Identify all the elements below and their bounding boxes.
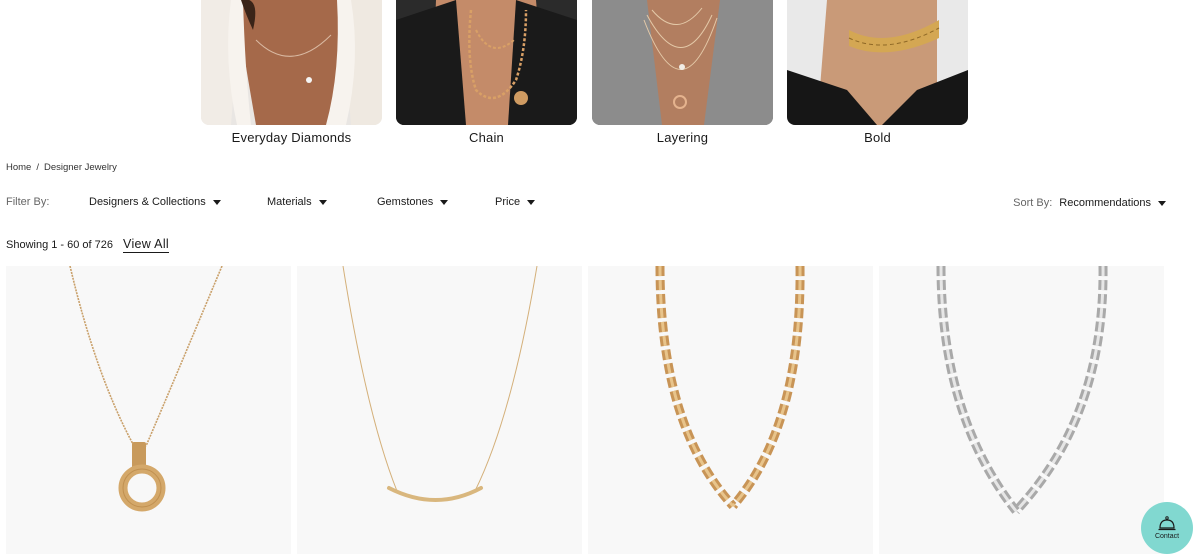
breadcrumb-current: Designer Jewelry bbox=[43, 162, 117, 173]
category-chain[interactable]: Chain bbox=[396, 0, 577, 145]
category-label: Bold bbox=[864, 130, 891, 145]
concierge-bell-icon bbox=[1158, 516, 1176, 531]
category-layering[interactable]: Layering bbox=[592, 0, 773, 145]
product-grid bbox=[6, 266, 1166, 554]
breadcrumb: Home / Designer Jewelry bbox=[6, 162, 117, 173]
category-image bbox=[201, 0, 382, 125]
category-image bbox=[787, 0, 968, 125]
contact-label: Contact bbox=[1154, 533, 1180, 540]
filter-gemstones[interactable]: Gemstones bbox=[377, 196, 449, 208]
caret-down-icon bbox=[318, 199, 327, 205]
sort-dropdown[interactable]: Recommendations bbox=[1059, 197, 1166, 209]
filter-by-label: Filter By: bbox=[6, 196, 50, 208]
caret-down-icon bbox=[212, 199, 221, 205]
filter-price[interactable]: Price bbox=[495, 196, 536, 208]
category-bold[interactable]: Bold bbox=[787, 0, 968, 145]
results-summary: Showing 1 - 60 of 726 View All bbox=[6, 237, 169, 253]
caret-down-icon bbox=[1158, 200, 1166, 206]
product-image bbox=[588, 266, 873, 554]
product-card[interactable] bbox=[6, 266, 291, 554]
breadcrumb-separator: / bbox=[36, 162, 39, 173]
product-image bbox=[879, 266, 1164, 554]
category-carousel: Everyday Diamonds Chain Layering Bold bbox=[0, 0, 1200, 150]
caret-down-icon bbox=[527, 199, 536, 205]
product-image bbox=[6, 266, 291, 554]
breadcrumb-home-link[interactable]: Home bbox=[6, 162, 31, 173]
filter-label: Designers & Collections bbox=[89, 196, 206, 208]
filter-label: Gemstones bbox=[377, 196, 434, 208]
product-card[interactable] bbox=[879, 266, 1164, 554]
sort-control: Sort By: Recommendations bbox=[1013, 197, 1166, 209]
category-label: Chain bbox=[469, 130, 504, 145]
filter-label: Materials bbox=[267, 196, 312, 208]
category-image bbox=[592, 0, 773, 125]
results-count: Showing 1 - 60 of 726 bbox=[6, 239, 114, 251]
category-image bbox=[396, 0, 577, 125]
category-everyday-diamonds[interactable]: Everyday Diamonds bbox=[201, 0, 382, 145]
filter-label: Price bbox=[495, 196, 521, 208]
contact-button[interactable]: Contact bbox=[1141, 502, 1193, 554]
filter-designers-collections[interactable]: Designers & Collections bbox=[89, 196, 221, 208]
sort-by-label: Sort By: bbox=[1013, 197, 1053, 209]
category-label: Layering bbox=[656, 130, 709, 145]
filter-materials[interactable]: Materials bbox=[267, 196, 327, 208]
product-image bbox=[297, 266, 582, 554]
product-card[interactable] bbox=[588, 266, 873, 554]
category-label: Everyday Diamonds bbox=[231, 130, 352, 145]
view-all-link[interactable]: View All bbox=[123, 237, 169, 253]
product-card[interactable] bbox=[297, 266, 582, 554]
sort-value-label: Recommendations bbox=[1059, 197, 1151, 209]
filter-bar: Filter By: Designers & Collections Mater… bbox=[6, 195, 1166, 211]
caret-down-icon bbox=[440, 199, 449, 205]
